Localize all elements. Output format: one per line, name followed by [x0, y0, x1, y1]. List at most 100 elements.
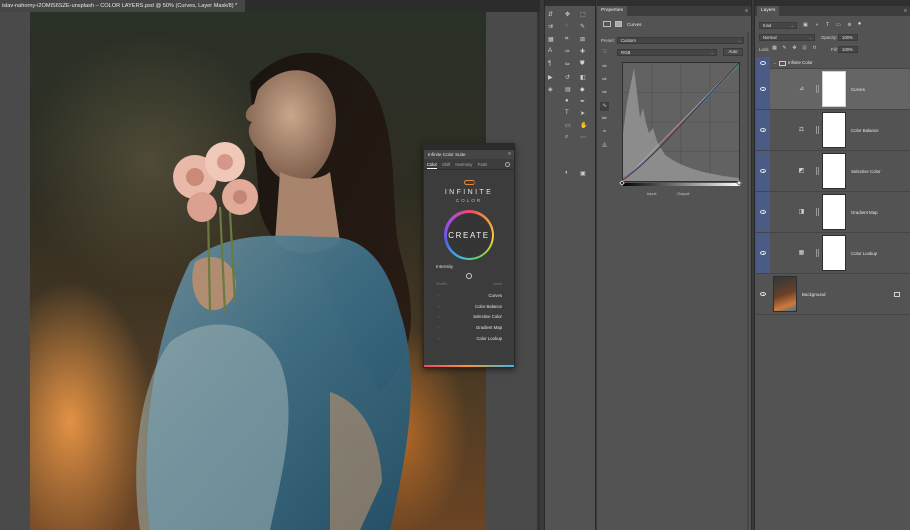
shuffle-toggle-icon[interactable]: ‹	[438, 314, 440, 319]
layer-mask-thumbnail[interactable]	[822, 71, 846, 107]
mask-link-icon[interactable]	[816, 249, 819, 257]
eye-icon[interactable]	[760, 61, 766, 65]
layer-mask-thumbnail[interactable]	[822, 153, 846, 189]
ics-layer-color-lookup[interactable]: ‹ Color Lookup	[424, 333, 514, 344]
zoom-tool-icon[interactable]: ⌕	[565, 134, 568, 141]
crop-tool-icon[interactable]: ⌗	[565, 36, 568, 43]
group-visibility[interactable]	[756, 57, 770, 69]
on-image-adjust-icon[interactable]: ☜	[600, 48, 609, 57]
lock-all-icon[interactable]: ⊓	[811, 45, 818, 52]
lock-pixels-icon[interactable]: ✎	[781, 45, 788, 52]
channel-select[interactable]: RGB ⌄	[617, 49, 717, 56]
quick-mask-icon[interactable]: ◐	[565, 170, 569, 176]
eraser-tool-icon[interactable]: ◧	[580, 74, 586, 81]
shuffle-toggle-icon[interactable]: ‹	[438, 293, 440, 298]
pencil-curve-icon[interactable]: ✏	[600, 115, 609, 124]
mask-link-icon[interactable]	[816, 167, 819, 175]
tool-distribute-icon[interactable]: ▦	[548, 36, 554, 43]
filter-kind-select[interactable]: Kind ⌄	[759, 22, 797, 29]
tool-3d-icon[interactable]: ◈	[548, 86, 553, 93]
layer-visibility[interactable]	[756, 69, 770, 109]
properties-scrollbar[interactable]	[747, 32, 749, 530]
eye-icon[interactable]	[760, 169, 766, 173]
document-tab[interactable]: islav-nahorny-i2OMIS6SZE-unsplash – COLO…	[0, 0, 246, 12]
ics-menu-icon[interactable]: ≡	[508, 150, 511, 159]
fill-field[interactable]: 100%	[838, 46, 858, 53]
curves-graph[interactable]	[622, 62, 740, 182]
quick-select-tool-icon[interactable]: ✎	[580, 23, 585, 30]
layers-tab[interactable]: Layers	[757, 6, 780, 16]
blur-tool-icon[interactable]: ◆	[580, 86, 585, 93]
ics-tab-tools[interactable]: Tools	[477, 159, 487, 169]
shuffle-toggle-icon[interactable]: ‹	[438, 325, 440, 330]
stamp-tool-icon[interactable]: ⛊	[580, 61, 585, 68]
ics-tab-harmony[interactable]: Harmony	[455, 159, 472, 169]
lasso-tool-icon[interactable]: ◌	[565, 23, 569, 29]
filter-type-icon[interactable]: T	[824, 22, 831, 29]
eye-icon[interactable]	[760, 210, 766, 214]
eye-icon[interactable]	[760, 292, 766, 296]
shuffle-toggle-icon[interactable]: ‹	[438, 304, 440, 309]
healing-tool-icon[interactable]: ✚	[580, 48, 585, 55]
dodge-tool-icon[interactable]: ●	[565, 98, 569, 104]
hand-tool-icon[interactable]: ✋	[580, 122, 587, 129]
expand-triangle-icon[interactable]: ⌄	[773, 60, 776, 65]
ics-layer-gradient-map[interactable]: ‹ Gradient Map	[424, 322, 514, 333]
properties-menu-icon[interactable]: ≡	[745, 6, 748, 16]
mask-link-icon[interactable]	[816, 126, 819, 134]
layer-mask-thumbnail[interactable]	[822, 235, 846, 271]
layer-visibility[interactable]	[756, 233, 770, 273]
brush-tool-icon[interactable]: ✏	[565, 61, 570, 68]
eye-icon[interactable]	[760, 128, 766, 132]
background-thumbnail[interactable]	[773, 276, 797, 312]
layer-row-selective-color[interactable]: ◩ Selective Color	[756, 151, 910, 192]
pen-tool-icon[interactable]: ✒	[580, 98, 585, 105]
filter-adjustment-icon[interactable]: ◑	[813, 22, 820, 29]
layers-menu-icon[interactable]: ≡	[904, 6, 907, 16]
ics-layer-selective-color[interactable]: ‹ Selective Color	[424, 311, 514, 322]
ics-tab-color[interactable]: Color	[427, 159, 438, 169]
curve-point-tool-icon[interactable]: ∿	[600, 102, 609, 111]
lock-artboard-icon[interactable]: ⊡	[801, 45, 808, 52]
filter-pixel-icon[interactable]: ▣	[802, 22, 809, 29]
eye-icon[interactable]	[760, 87, 766, 91]
opacity-field[interactable]: 100%	[838, 34, 858, 41]
ics-settings-icon[interactable]	[505, 162, 510, 167]
layer-mask-thumbnail[interactable]	[822, 112, 846, 148]
blend-mode-select[interactable]: Normal ⌄	[759, 34, 815, 41]
eye-icon[interactable]	[760, 251, 766, 255]
type-tool-icon[interactable]: T	[565, 110, 569, 116]
filter-shape-icon[interactable]: ▭	[835, 22, 842, 29]
photo-canvas[interactable]	[30, 12, 486, 530]
smooth-curve-icon[interactable]: ≈	[600, 128, 609, 137]
gradient-tool-icon[interactable]: ▤	[565, 86, 571, 93]
marquee-tool-icon[interactable]: ⬚	[580, 11, 586, 18]
layer-row-background[interactable]: Background	[756, 274, 910, 315]
clipping-warning-icon[interactable]: ◬	[600, 141, 609, 150]
shuffle-toggle-icon[interactable]: ‹	[438, 336, 440, 341]
eyedropper-black-icon[interactable]: ✑	[600, 63, 609, 72]
eyedropper-white-icon[interactable]: ✑	[600, 89, 609, 98]
filter-smart-object-icon[interactable]: ⊕	[846, 22, 853, 29]
layer-mask-thumbnail[interactable]	[822, 194, 846, 230]
lock-position-icon[interactable]: ✥	[791, 45, 798, 52]
mask-link-icon[interactable]	[816, 208, 819, 216]
properties-tab[interactable]: Properties	[597, 6, 627, 16]
ics-layer-color-balance[interactable]: ‹ Color Balance	[424, 301, 514, 312]
history-brush-tool-icon[interactable]: ↺	[565, 74, 570, 81]
tools-drag-bar[interactable]	[545, 0, 595, 6]
eyedropper-tool-icon[interactable]: ✑	[565, 48, 570, 55]
layer-visibility[interactable]	[756, 192, 770, 232]
tool-arrange-icon[interactable]: ⇵	[548, 11, 553, 18]
layer-row-gradient-map[interactable]: ◨ Gradient Map	[756, 192, 910, 233]
ics-tab-shift[interactable]: Shift	[442, 159, 450, 169]
layer-visibility[interactable]	[756, 151, 770, 191]
layer-visibility[interactable]	[756, 110, 770, 150]
more-tools-icon[interactable]: ⋯	[580, 134, 586, 141]
tool-path-icon[interactable]: ▶	[548, 74, 553, 81]
layer-mask-icon[interactable]	[615, 21, 622, 27]
preset-select[interactable]: Custom ⌄	[617, 37, 744, 44]
layer-row-color-lookup[interactable]: ▦ Color Lookup	[756, 233, 910, 274]
tool-type-align-icon[interactable]: A	[548, 48, 552, 54]
create-button[interactable]: CREATE	[444, 210, 494, 260]
